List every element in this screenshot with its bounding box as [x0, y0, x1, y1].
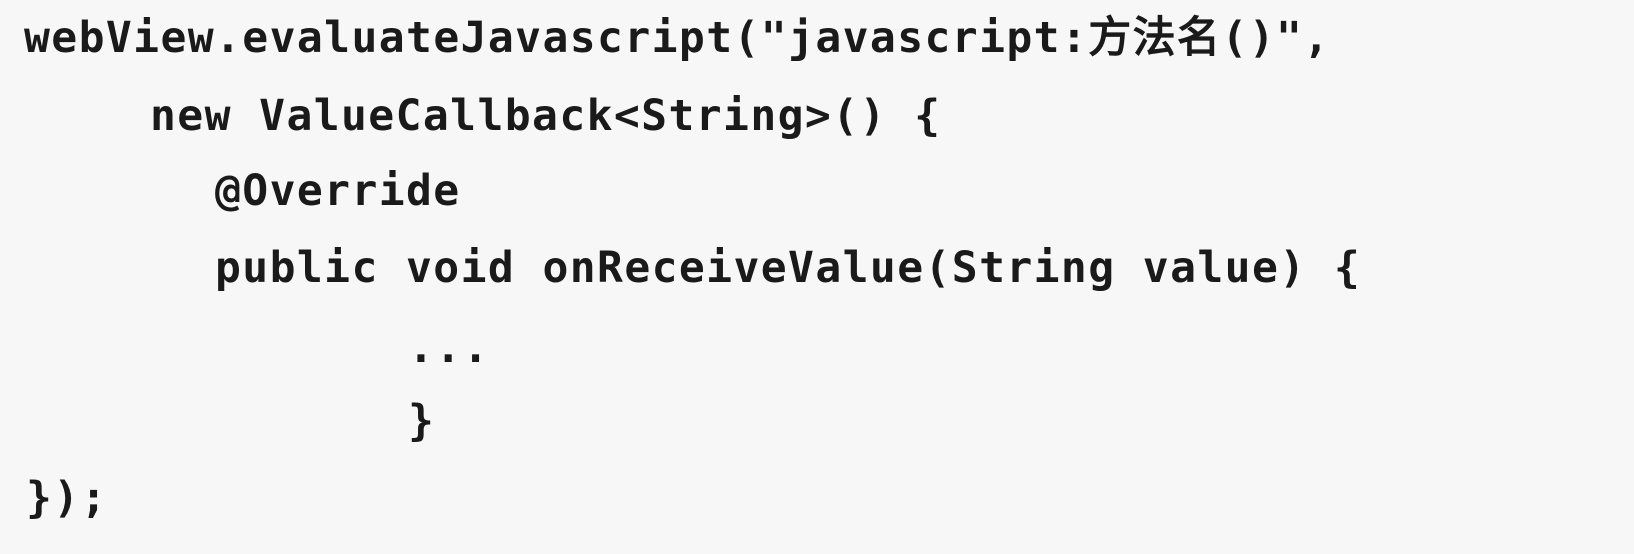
code-line-ellipsis: ... — [408, 323, 490, 373]
code-line-close-call: }); — [26, 473, 108, 523]
code-line-override-annotation: @Override — [215, 166, 461, 216]
code-line-close-brace: } — [408, 396, 436, 446]
code-line-new-value-callback: new ValueCallback<String>() { — [150, 91, 942, 141]
code-snippet: webView.evaluateJavascript("javascript:方… — [0, 0, 1634, 554]
code-line-evaluate-javascript: webView.evaluateJavascript("javascript:方… — [24, 13, 1331, 63]
code-line-on-receive-value: public void onReceiveValue(String value)… — [215, 243, 1362, 293]
